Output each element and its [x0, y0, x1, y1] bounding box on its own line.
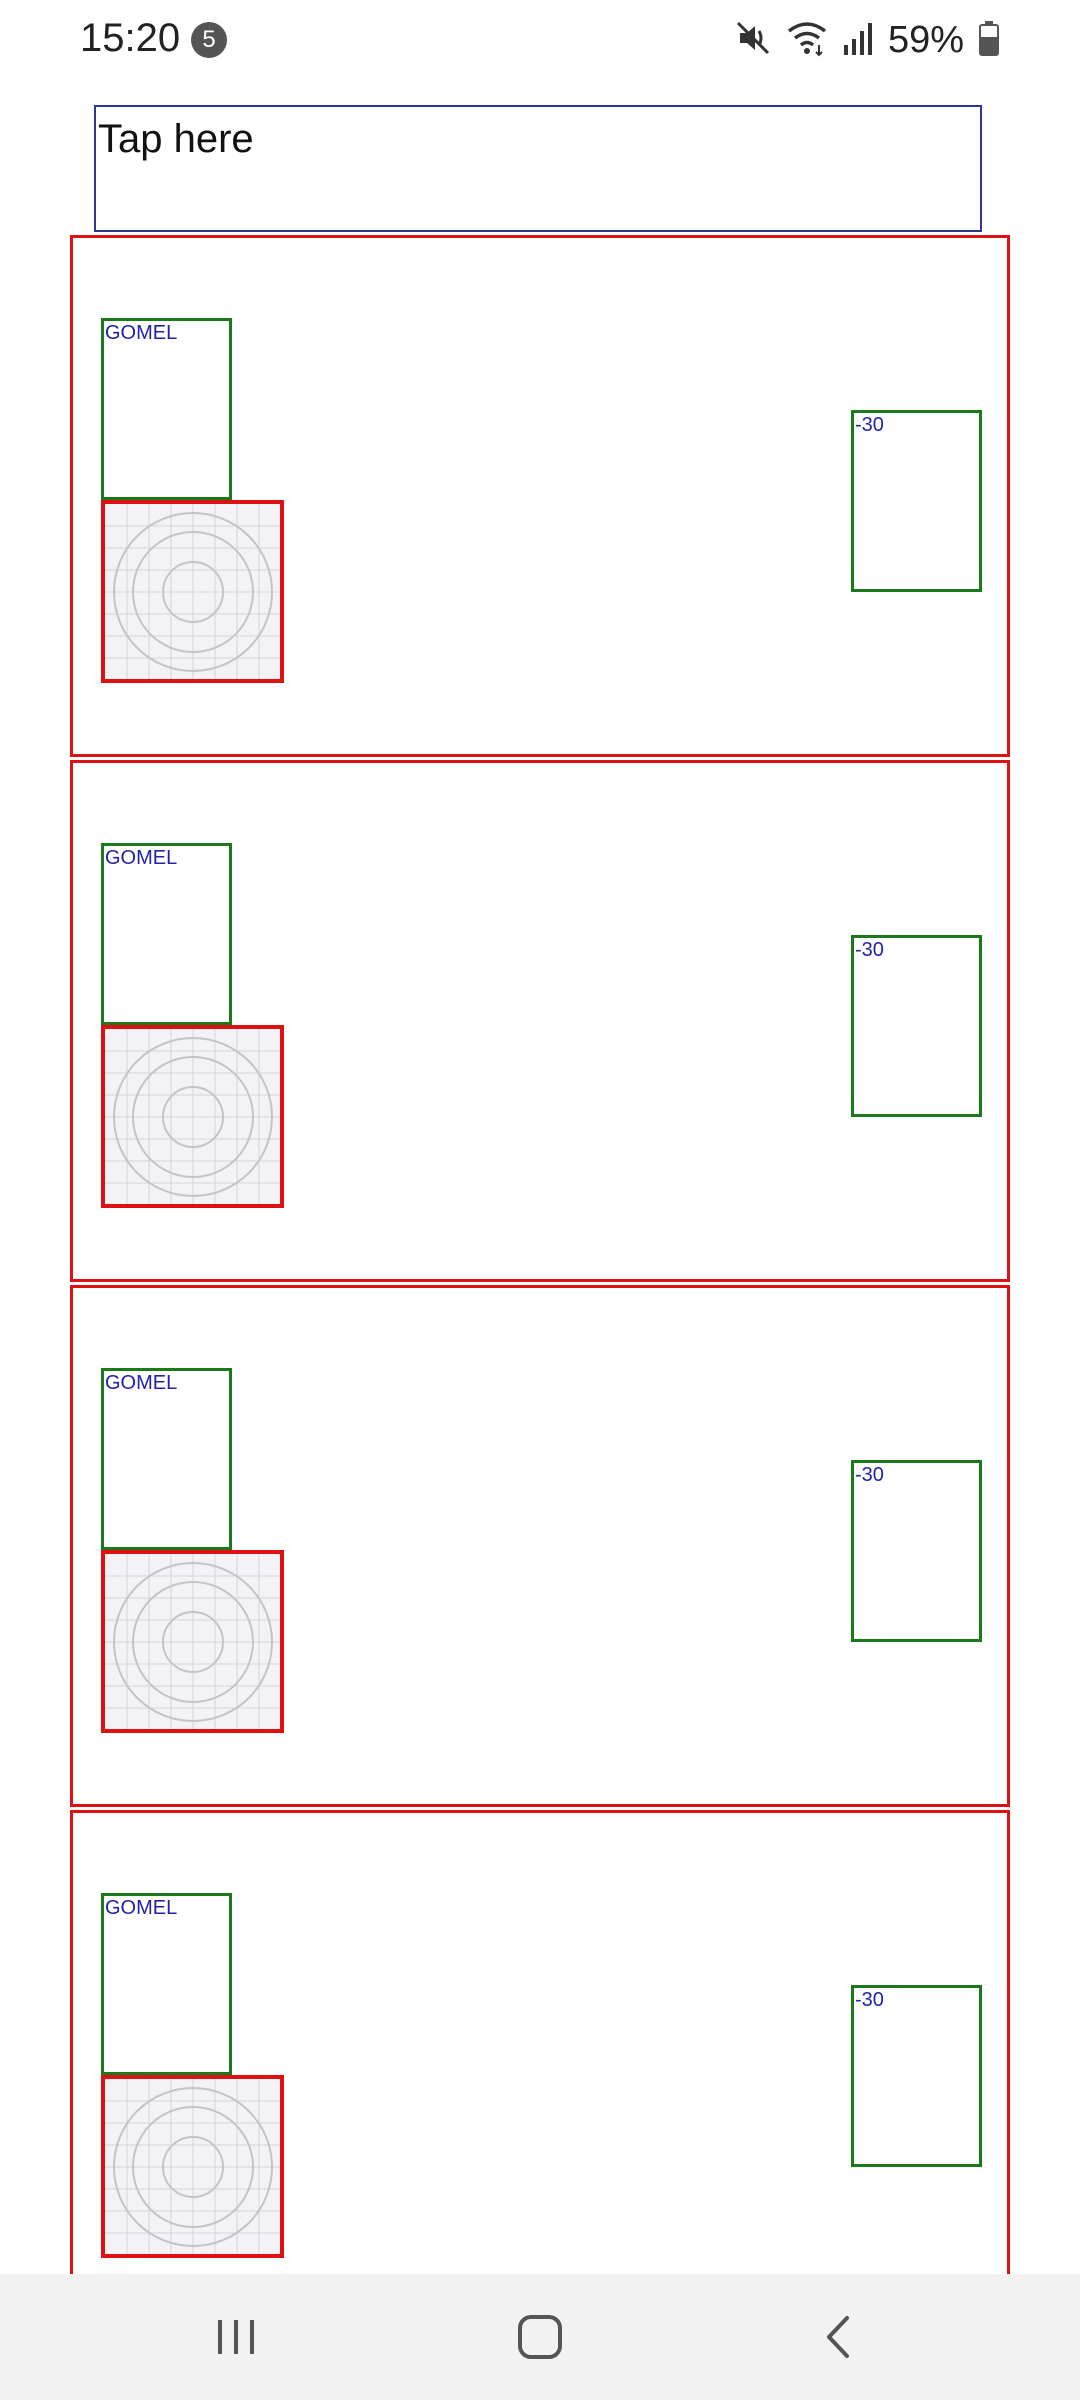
weather-image-placeholder: [101, 1025, 284, 1208]
recents-button[interactable]: [186, 2302, 286, 2372]
city-box: GOMEL: [101, 1893, 232, 2075]
city-box: GOMEL: [101, 1368, 232, 1550]
city-box: GOMEL: [101, 843, 232, 1025]
list-item[interactable]: GOMEL -30: [70, 1810, 1010, 2275]
city-name: GOMEL: [105, 847, 178, 869]
tap-here-label: Tap here: [98, 117, 254, 161]
back-icon: [827, 2316, 849, 2358]
city-name: GOMEL: [105, 1372, 178, 1394]
battery-percentage: 59%: [887, 18, 964, 61]
signal-icon: [842, 19, 874, 62]
weather-image-placeholder: [101, 500, 284, 683]
temperature-value: -30: [855, 414, 884, 436]
status-icons: 59%: [734, 16, 1000, 64]
temperature-value: -30: [855, 939, 884, 961]
status-time: 15:20: [80, 16, 181, 60]
placeholder-icon: [105, 1554, 280, 1729]
tap-here-box[interactable]: Tap here: [94, 105, 982, 232]
temperature-box: -30: [851, 935, 982, 1117]
list-item[interactable]: GOMEL -30: [70, 1285, 1010, 1807]
recents-icon: [218, 2320, 254, 2354]
temperature-value: -30: [855, 1989, 884, 2011]
placeholder-icon: [105, 2079, 280, 2254]
home-icon: [518, 2315, 562, 2359]
city-name: GOMEL: [105, 1897, 178, 1919]
wifi-icon: [786, 19, 828, 62]
home-button[interactable]: [490, 2302, 590, 2372]
city-box: GOMEL: [101, 318, 232, 500]
list-item[interactable]: GOMEL -30: [70, 235, 1010, 757]
notification-count-badge: 5: [191, 22, 227, 58]
placeholder-icon: [105, 1029, 280, 1204]
status-bar: 15:20 5 59%: [0, 0, 1080, 80]
city-name: GOMEL: [105, 322, 178, 344]
list-item[interactable]: GOMEL -30: [70, 760, 1010, 1282]
weather-image-placeholder: [101, 2075, 284, 2258]
temperature-box: -30: [851, 1985, 982, 2167]
battery-icon: [978, 19, 1000, 62]
placeholder-icon: [105, 504, 280, 679]
temperature-box: -30: [851, 1460, 982, 1642]
temperature-value: -30: [855, 1464, 884, 1486]
mute-icon: [734, 19, 772, 62]
weather-image-placeholder: [101, 1550, 284, 1733]
navigation-bar: [0, 2274, 1080, 2400]
weather-list[interactable]: GOMEL -30 GOMEL -30 GOMEL -30 GOMEL -30: [70, 235, 1010, 2275]
temperature-box: -30: [851, 410, 982, 592]
back-button[interactable]: [790, 2302, 890, 2372]
